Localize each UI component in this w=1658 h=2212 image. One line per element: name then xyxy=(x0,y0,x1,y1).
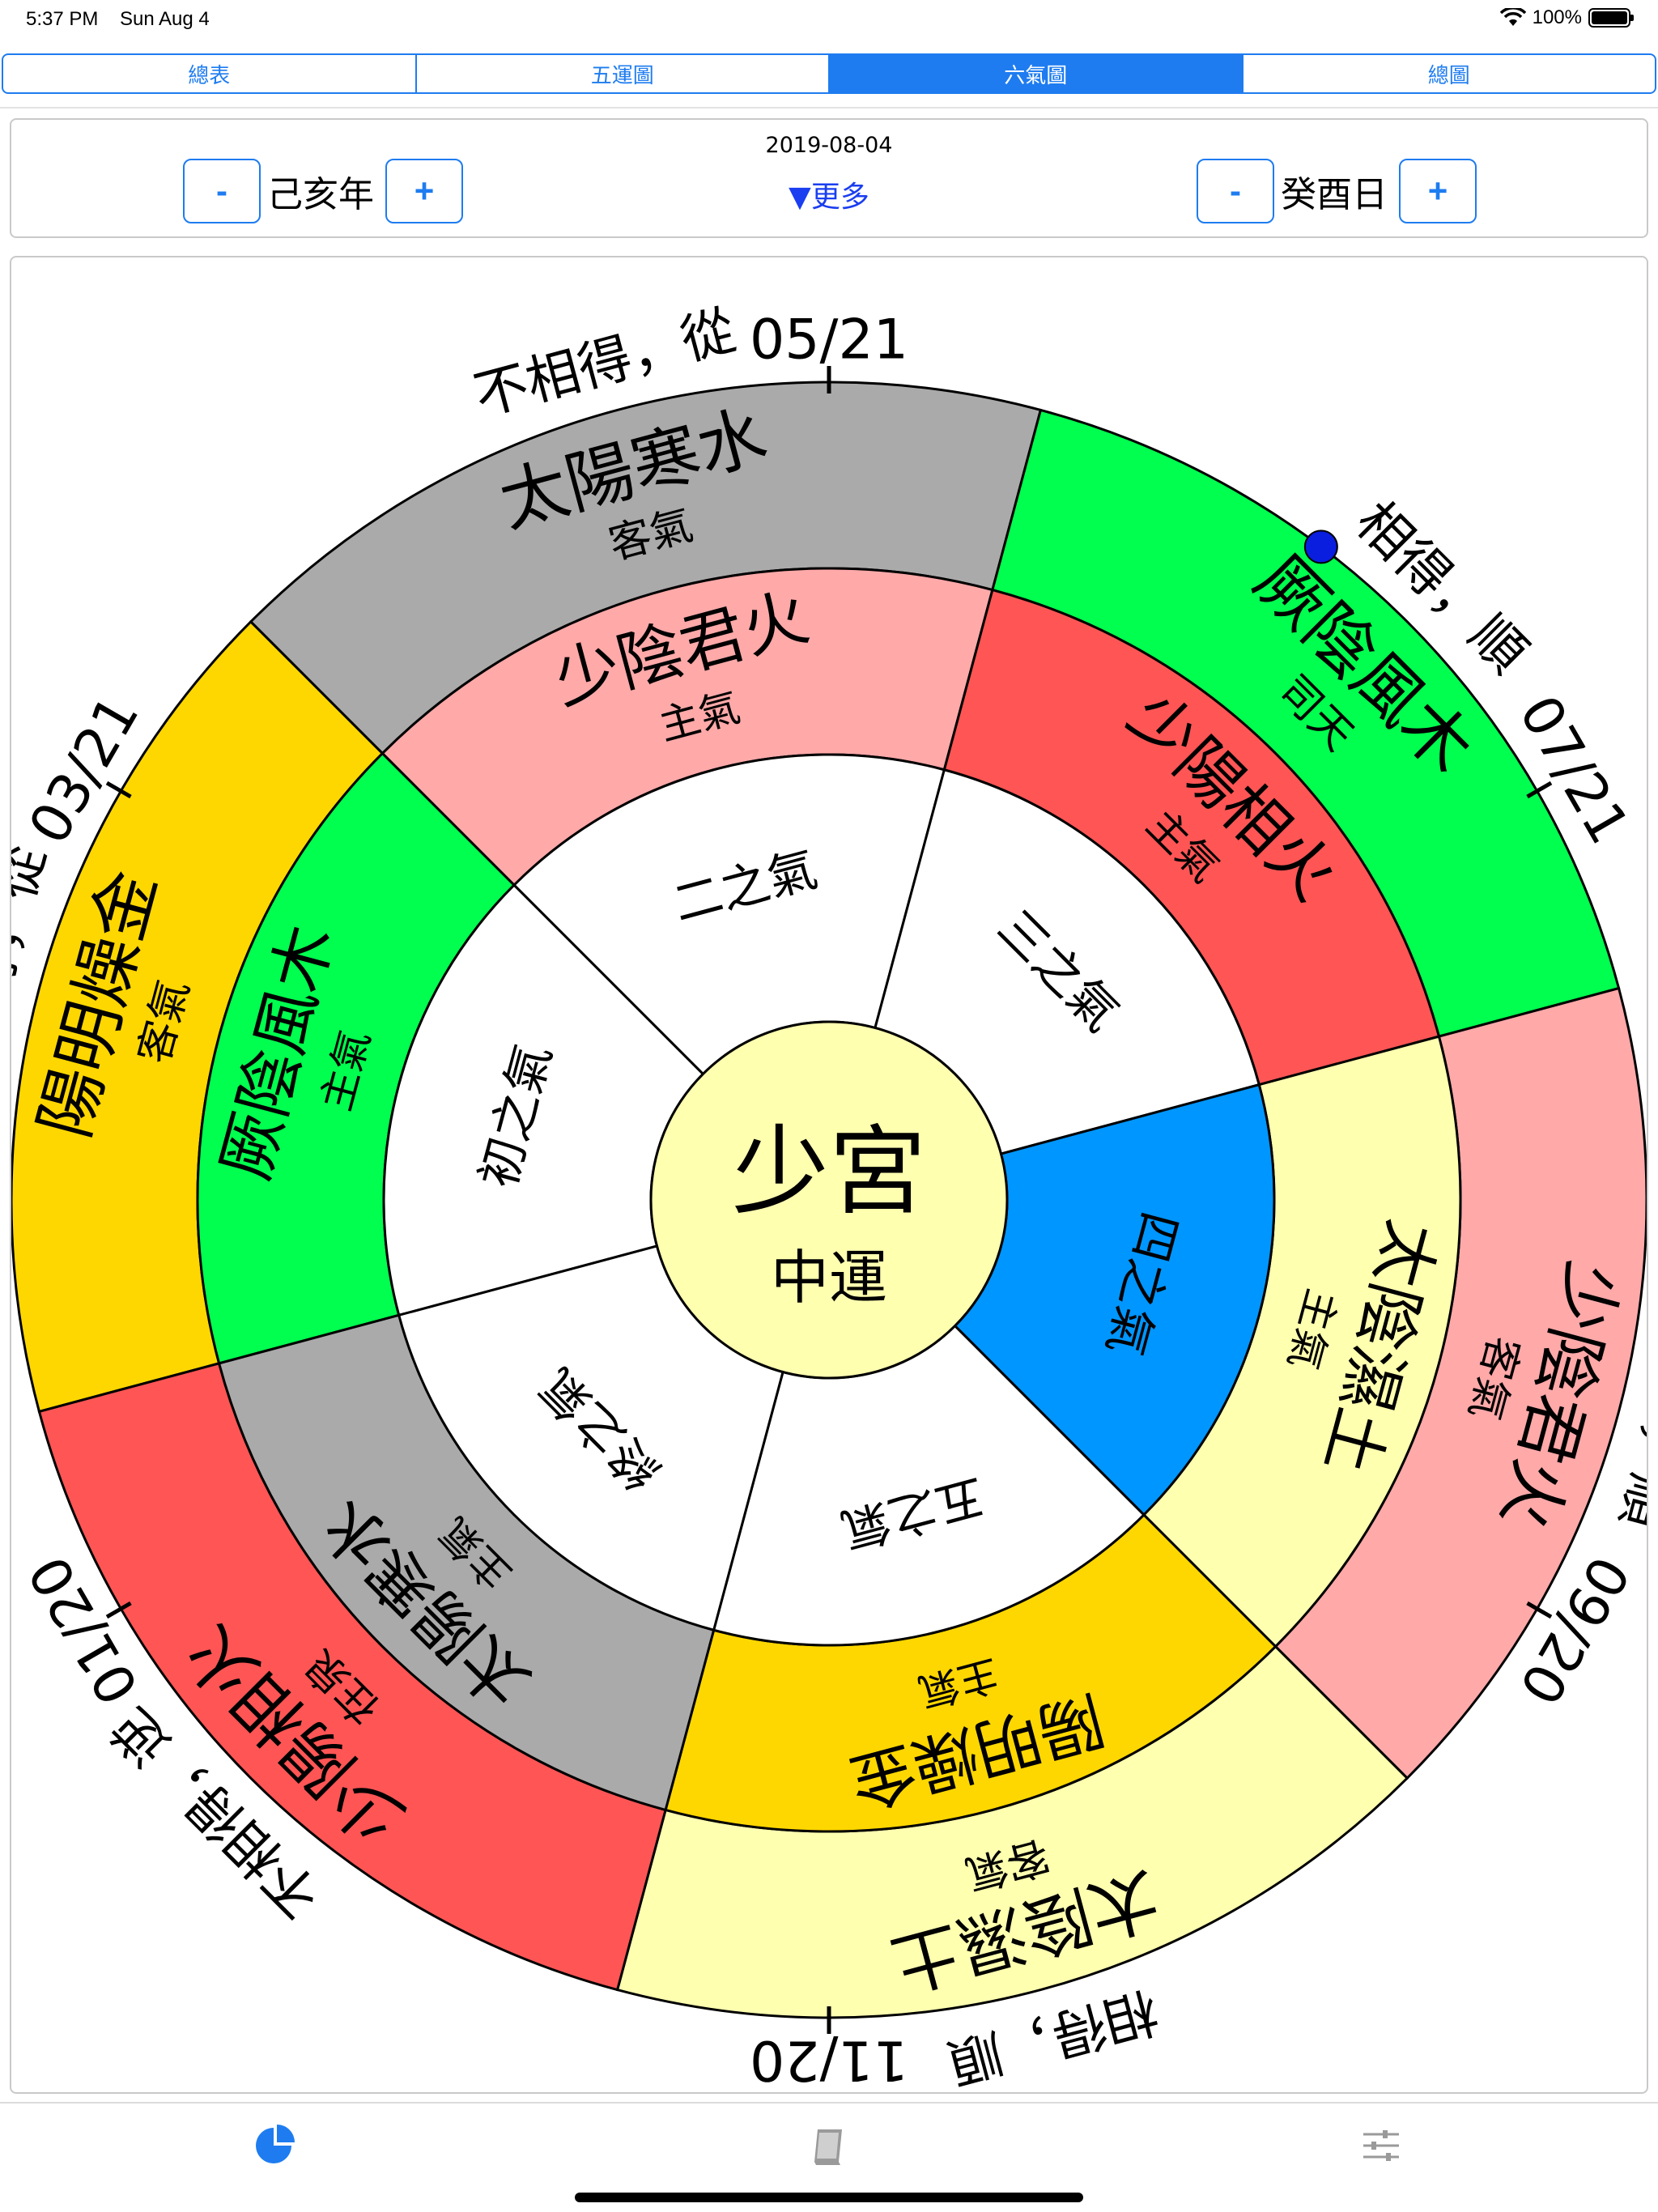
day-plus-button[interactable]: + xyxy=(1399,159,1477,223)
tab-five-movements[interactable]: 五運圖 xyxy=(417,55,830,92)
bottom-tab-bar xyxy=(0,2105,1658,2186)
year-label: 己亥年 xyxy=(267,174,374,215)
status-time: 5:37 PM xyxy=(26,8,99,30)
date-label: 11/20 xyxy=(750,2028,908,2092)
center-sub-label: 中運 xyxy=(771,1244,887,1312)
center-main-label: 少宮 xyxy=(732,1117,926,1229)
year-plus-button[interactable]: + xyxy=(385,159,463,223)
tab-summary-table[interactable]: 總表 xyxy=(3,55,417,92)
battery-icon xyxy=(1588,8,1634,28)
day-minus-button[interactable]: - xyxy=(1197,159,1274,223)
current-position-marker xyxy=(1303,530,1338,564)
battery-fill xyxy=(1592,11,1627,24)
six-qi-wheel: 陽明燥金客氣太陽寒水客氣厥陰風木司天少陰君火客氣太陰濕土客氣少陽相火在泉厥陰風木… xyxy=(11,299,1647,2092)
status-right: 100% xyxy=(1499,6,1634,29)
tab-overall-chart[interactable]: 總圖 xyxy=(1244,55,1656,92)
year-minus-button[interactable]: - xyxy=(183,159,261,223)
date-controls: 2019-08-04 ▼更多 - 己亥年 + - 癸酉日 + xyxy=(10,118,1648,238)
day-label: 癸酉日 xyxy=(1281,174,1388,215)
status-bar: 5:37 PM Sun Aug 4 100% xyxy=(0,0,1658,40)
tab-six-qi[interactable]: 六氣圖 xyxy=(830,55,1244,92)
wifi-icon xyxy=(1499,8,1526,26)
view-segmented-control: 總表 五運圖 六氣圖 總圖 xyxy=(2,53,1656,94)
settings-sliders-icon[interactable] xyxy=(1358,2123,1404,2168)
book-icon[interactable] xyxy=(806,2123,852,2168)
pie-chart-icon[interactable] xyxy=(253,2123,298,2168)
current-date: 2019-08-04 xyxy=(765,133,893,158)
home-indicator xyxy=(575,2193,1083,2202)
tabbar-divider xyxy=(0,2102,1658,2104)
six-qi-chart-frame: 陽明燥金 客氣 太陽寒水 客氣 厥陰風木 司天 少陰君火 客氣 太陰濕土 客氣 少陽相火 在泉 厥陰風木… xyxy=(10,256,1648,2094)
top-divider xyxy=(0,107,1658,108)
status-date: Sun Aug 4 xyxy=(120,8,210,30)
date-label: 05/21 xyxy=(750,308,908,372)
battery-percent: 100% xyxy=(1532,6,1582,28)
